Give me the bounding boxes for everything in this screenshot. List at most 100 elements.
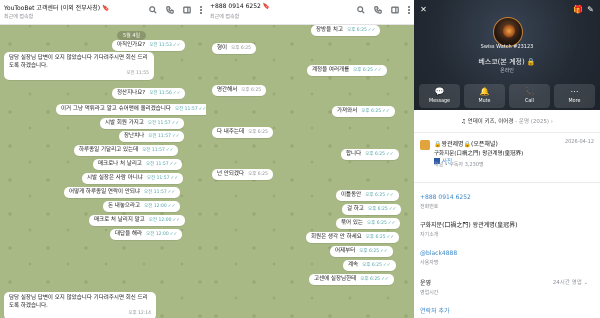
message-time: 오후 12:14 xyxy=(128,311,151,316)
message-time: 오후 6:25 xyxy=(347,28,367,33)
mute-button-label: Mute xyxy=(478,99,491,104)
message-bubble[interactable]: 합니다 오후 6:25✓✓ xyxy=(341,149,399,160)
call-button[interactable]: 📞 Call xyxy=(509,84,550,108)
read-checks-icon: ✓✓ xyxy=(169,162,178,167)
profile-name: 베스코(본 계정) 🔒 xyxy=(478,58,536,66)
message-bubble[interactable]: 이거 그냥 먹튀라고 알고 슈어맨에 올리겠습니다 오전 11:57✓✓ xyxy=(56,104,206,115)
phone-icon[interactable] xyxy=(166,6,174,14)
bio-label: 자기소개 xyxy=(420,232,439,238)
read-checks-icon: ✓✓ xyxy=(172,218,181,223)
read-checks-icon: ✓✓ xyxy=(374,68,382,73)
phone-row[interactable]: +888 0914 6252 전화번호 xyxy=(420,194,594,210)
message-bubble[interactable]: 하루종일 기달리고 있는데 오전 11:57✓✓ xyxy=(74,145,179,156)
more-icon[interactable] xyxy=(200,6,202,14)
message-bubble[interactable]: 담당 실장님 답변이 오지 않았습니다 기다려주시면 회신 드리도록 하겠습니다… xyxy=(4,292,156,318)
search-icon[interactable] xyxy=(357,6,365,14)
message-bubble[interactable]: 돈 내놓으라고 오전 12:00✓✓ xyxy=(103,201,181,212)
message-time: 오전 11:55 xyxy=(126,71,149,76)
read-checks-icon: ✓✓ xyxy=(171,121,180,126)
message-bubble[interactable]: 대답을 해라 오전 12:00✓✓ xyxy=(110,229,183,240)
message-time: 오후 6:25 xyxy=(362,263,382,268)
message-bubble[interactable]: 정산지나요? 오전 11:56✓✓ xyxy=(112,88,186,99)
message-bubble[interactable]: 담당 실장님 답변이 오지 않았습니다 기다려주시면 회신 드리도록 하겠습니다… xyxy=(4,52,154,80)
profile-status: 온라인 xyxy=(500,68,514,74)
more-button[interactable]: ⋯ More xyxy=(554,84,595,108)
message-time: 오전 11:56 xyxy=(149,91,172,96)
message-text: 이거 그냥 먹튀라고 알고 슈어맨에 올리겠습니다 xyxy=(61,106,171,112)
read-checks-icon: ✓✓ xyxy=(172,43,181,48)
message-bubble[interactable]: 시발 실장은 사람 아니냐 오전 11:57✓✓ xyxy=(82,173,184,184)
read-checks-icon: ✓✓ xyxy=(382,263,391,268)
message-bubble[interactable]: 장방을 치고 오후 6:25✓✓ xyxy=(311,25,381,36)
message-bubble[interactable]: 고센에 실장님한테 오후 6:25✓✓ xyxy=(309,274,394,285)
search-icon[interactable] xyxy=(149,6,157,14)
message-bubble[interactable]: 어제부터 오후 6:25✓✓ xyxy=(330,246,393,257)
message-bubble[interactable]: 명간해서 오후 6:25 xyxy=(212,85,267,96)
message-time: 오후 6:25 xyxy=(365,235,386,240)
more-button-label: More xyxy=(568,99,581,104)
message-time: 오후 6:25 xyxy=(241,88,262,93)
message-text: 돈 내놓으라고 xyxy=(108,203,141,209)
message-bubble[interactable]: 어떻게 하루종일 연락이 안되냐 오전 11:57✓✓ xyxy=(64,187,181,198)
message-bubble[interactable]: 형이 오후 6:25 xyxy=(212,43,256,54)
username-row[interactable]: @black4888 사용자명 xyxy=(420,250,594,266)
message-text: 하루종일 기달리고 있는데 xyxy=(79,147,139,153)
message-text: 시발 회원 가지고 xyxy=(105,120,144,126)
sidebar-toggle-icon[interactable] xyxy=(391,6,399,14)
message-bubble[interactable]: 가져와서 오후 6:25✓✓ xyxy=(332,106,395,117)
message-bubble[interactable]: 회원은 생각 안 하세요 오후 6:25✓✓ xyxy=(306,232,400,243)
gift-icon[interactable]: 🎁 xyxy=(573,5,583,14)
message-time: 오후 6:25 xyxy=(248,172,268,177)
close-icon[interactable]: ✕ xyxy=(419,5,428,14)
bio-value: 구화지문(口禍之門) 왕관계명(皇冠界) xyxy=(420,222,518,229)
edit-icon[interactable]: ✎ xyxy=(586,5,595,14)
message-time: 오전 11:57 xyxy=(144,190,167,195)
message-bubble[interactable]: 매크로나 처 날리고 오전 11:57✓✓ xyxy=(93,159,183,170)
profile-music[interactable]: ♫ 언데이 키즈, 이어경 - 운명 (2025) › xyxy=(414,117,600,128)
hours-label: 영업시간 xyxy=(420,290,439,296)
chat-status: 최근에 접속함 xyxy=(210,14,240,20)
chat-header[interactable]: +888 0914 6252 🔖 최근에 접속함 xyxy=(206,0,414,25)
hours-row[interactable]: 운영 영업시간 24시간 영업 ⌄ xyxy=(420,278,594,296)
add-contact-button[interactable]: 연락처 추가 xyxy=(420,306,450,315)
read-checks-icon: ✓✓ xyxy=(386,235,395,240)
message-bubble[interactable]: 계정을 여러개를 오후 6:25✓✓ xyxy=(307,65,387,76)
read-checks-icon: ✓✓ xyxy=(165,148,174,153)
phone-icon[interactable] xyxy=(374,6,382,14)
sidebar-toggle-icon[interactable] xyxy=(183,6,191,14)
name-badge: 🔒 xyxy=(526,58,536,66)
username-label: 사용자명 xyxy=(420,260,439,266)
message-bubble[interactable]: 장난치나 오전 11:57✓✓ xyxy=(119,131,185,142)
read-checks-icon: ✓✓ xyxy=(172,91,181,96)
message-text: 장난치나 xyxy=(124,133,145,139)
message-bubble[interactable]: 계속 오후 6:25✓✓ xyxy=(343,260,396,271)
message-time: 오전 11:57 xyxy=(146,176,170,181)
message-text: 명간해서 xyxy=(217,87,238,93)
message-bubble[interactable]: 걸 하고 오후 6:25✓✓ xyxy=(342,204,402,215)
bio-row[interactable]: 구화지문(口禍之門) 왕관계명(皇冠界) 자기소개 xyxy=(420,220,594,238)
read-checks-icon: ✓✓ xyxy=(170,176,179,181)
chat-header[interactable]: YouTooBet 고객센터 (이외 전부사칭) 🔖 최근에 접속함 xyxy=(0,0,206,25)
more-icon[interactable] xyxy=(408,6,410,14)
username-value: @black4888 xyxy=(420,250,458,257)
message-bubble[interactable]: 넌 안되겠다 오후 6:25 xyxy=(212,169,273,180)
mute-button[interactable]: 🔔 Mute xyxy=(464,84,505,108)
message-bubble[interactable]: 아직인가요? 오전 11:53✓✓ xyxy=(112,40,186,51)
message-bubble[interactable]: 묶어 있는 오후 6:25✓✓ xyxy=(336,218,401,229)
personal-channel[interactable]: 🔒왕관제명🔒(오픈채널) 2026-04-12 구화지문(口禍之門) 왕관계명(… xyxy=(414,136,600,180)
chat-title: YouTooBet 고객센터 (이외 전부사칭) 🔖 xyxy=(4,5,110,12)
avatar[interactable] xyxy=(493,17,523,47)
message-time: 오전 11:57 xyxy=(142,148,165,153)
title-badge: 🔖 xyxy=(262,3,271,10)
read-checks-icon: ✓✓ xyxy=(380,249,388,254)
message-button[interactable]: 💬 Message xyxy=(419,84,460,108)
read-checks-icon: ✓✓ xyxy=(387,221,396,226)
message-bubble[interactable]: 시발 회원 가지고 오전 11:57✓✓ xyxy=(100,118,185,129)
hours-summary: 24시간 영업 ⌄ xyxy=(552,280,588,286)
message-bubble[interactable]: 다 내주는데 오후 6:25 xyxy=(212,127,273,138)
message-bubble[interactable]: 이틀동안 오후 6:25✓✓ xyxy=(336,190,399,201)
read-checks-icon: ✓✓ xyxy=(388,207,397,212)
message-time: 오후 6:25 xyxy=(231,46,251,51)
message-bubble[interactable]: 매크로 처 날리지 말고 오전 12:00✓✓ xyxy=(89,215,186,226)
message-text: 대답을 해라 xyxy=(115,231,143,237)
